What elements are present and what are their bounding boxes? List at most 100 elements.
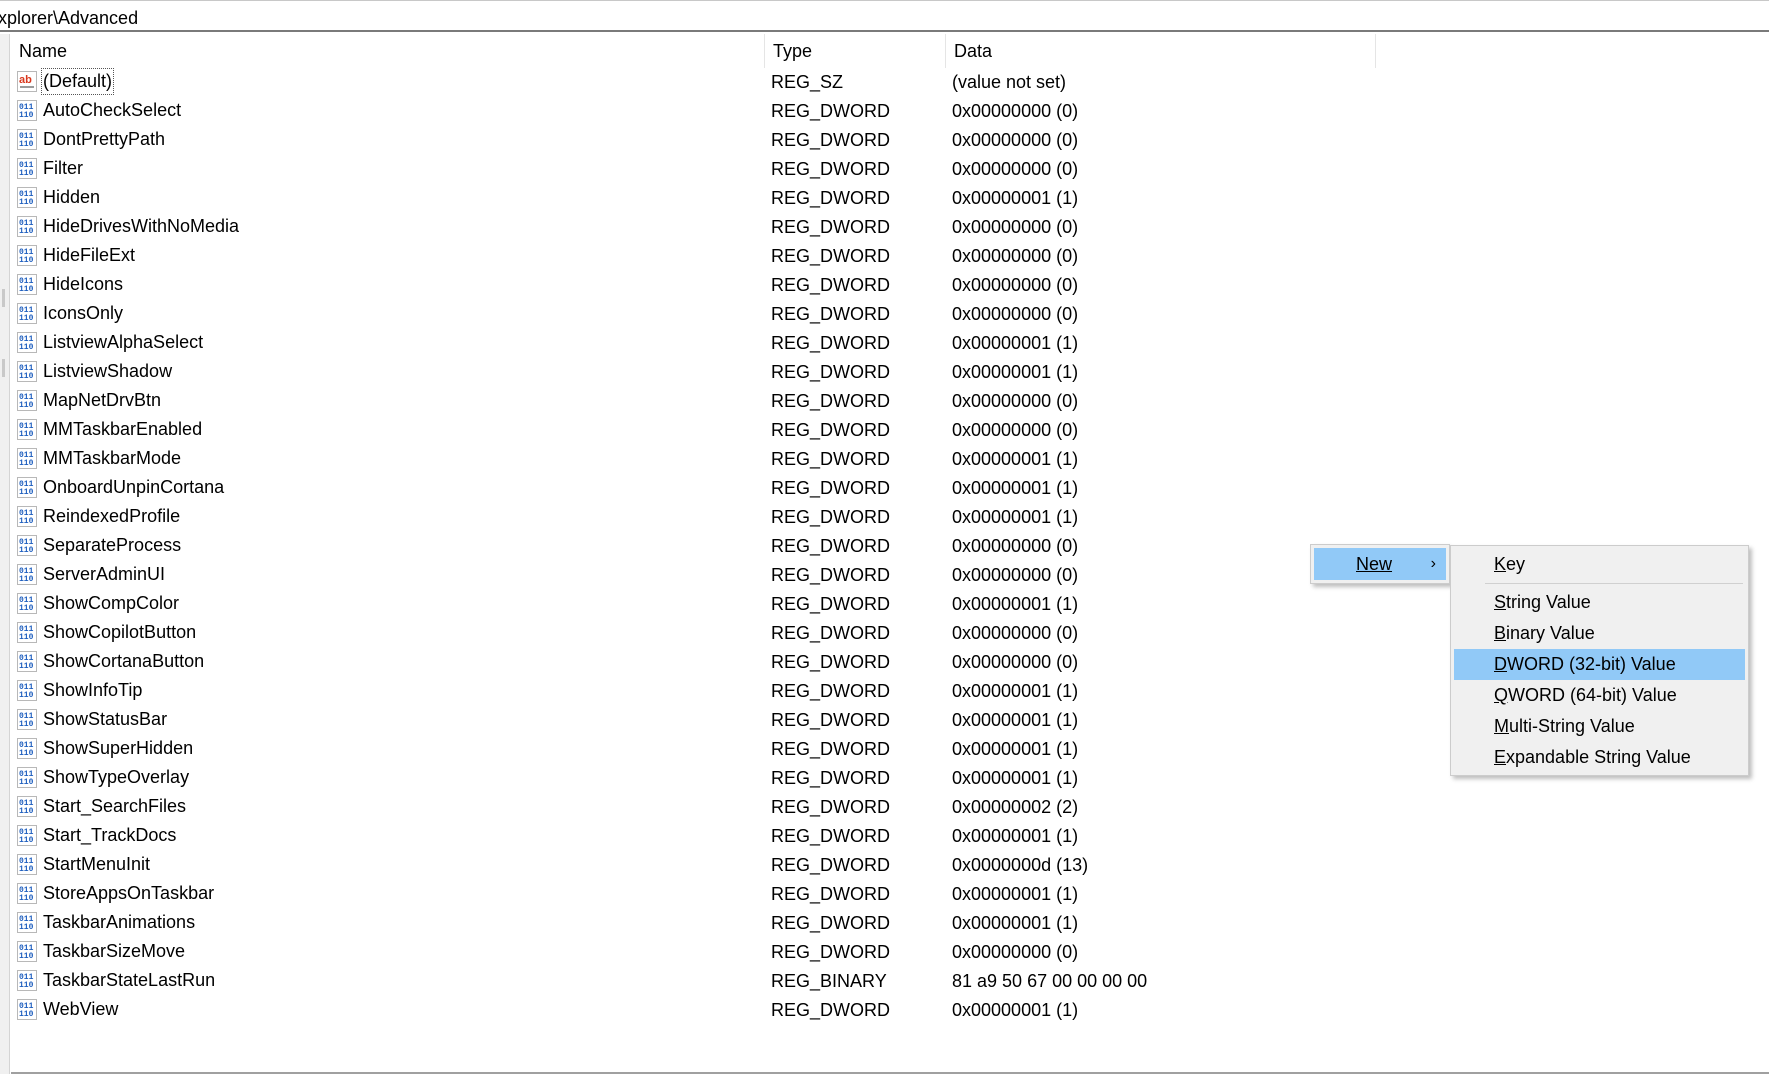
menu-item-expandable-string-value[interactable]: Expandable String Value — [1454, 742, 1745, 773]
cell-name[interactable]: 011 110 SeparateProcess — [17, 532, 757, 561]
cell-name[interactable]: 011 110 ReindexedProfile — [17, 503, 757, 532]
column-header-data[interactable]: Data — [946, 34, 1376, 68]
table-row[interactable]: ab (Default) REG_SZ (value not set) — [11, 68, 1769, 97]
svg-text:110: 110 — [19, 517, 34, 526]
cell-name[interactable]: 011 110 ListviewAlphaSelect — [17, 329, 757, 358]
table-row[interactable]: 011 110 MMTaskbarMode REG_DWORD 0x00000001 (… — [11, 445, 1769, 474]
cell-name[interactable]: 011 110 ShowStatusBar — [17, 706, 757, 735]
cell-type: REG_DWORD — [771, 768, 891, 788]
table-row[interactable]: 011 110 OnboardUnpinCortana REG_DWORD 0x0000… — [11, 474, 1769, 503]
table-row[interactable]: 011 110 ListviewShadow REG_DWORD 0x00000001 … — [11, 358, 1769, 387]
binary-value-icon: 011 110 — [17, 361, 37, 382]
table-row[interactable]: 011 110 HideDrivesWithNoMedia REG_DWORD 0x00… — [11, 213, 1769, 242]
menu-item-string-value[interactable]: String Value — [1454, 587, 1745, 618]
address-bar[interactable]: xplorer\Advanced — [0, 0, 1769, 32]
column-header-type[interactable]: Type — [765, 34, 946, 68]
value-name: HideIcons — [43, 274, 124, 294]
cell-name[interactable]: 011 110 StoreAppsOnTaskbar — [17, 880, 757, 909]
address-path[interactable]: xplorer\Advanced — [0, 8, 138, 29]
binary-value-icon: 011 110 — [17, 245, 37, 266]
cell-name[interactable]: ab (Default) — [17, 68, 757, 97]
cell-name[interactable]: 011 110 Hidden — [17, 184, 757, 213]
table-row[interactable]: 011 110 Start_TrackDocs REG_DWORD 0x00000001… — [11, 822, 1769, 851]
value-name: HideDrivesWithNoMedia — [43, 216, 240, 236]
cell-name[interactable]: 011 110 MMTaskbarMode — [17, 445, 757, 474]
binary-value-icon: 011 110 — [17, 535, 37, 556]
binary-value-icon: 011 110 — [17, 100, 37, 121]
cell-type: REG_DWORD — [771, 855, 891, 875]
svg-text:110: 110 — [19, 894, 34, 903]
cell-name[interactable]: 011 110 ShowCopilotButton — [17, 619, 757, 648]
cell-name[interactable]: 011 110 ServerAdminUI — [17, 561, 757, 590]
cell-name[interactable]: 011 110 Filter — [17, 155, 757, 184]
table-row[interactable]: 011 110 Start_SearchFiles REG_DWORD 0x000000… — [11, 793, 1769, 822]
table-row[interactable]: 011 110 MMTaskbarEnabled REG_DWORD 0x0000000… — [11, 416, 1769, 445]
table-row[interactable]: 011 110 Hidden REG_DWORD 0x00000001 (1) — [11, 184, 1769, 213]
cell-name[interactable]: 011 110 TaskbarAnimations — [17, 909, 757, 938]
cell-name[interactable]: 011 110 HideDrivesWithNoMedia — [17, 213, 757, 242]
svg-text:110: 110 — [19, 575, 34, 584]
menu-item-key[interactable]: Key — [1454, 549, 1745, 580]
table-row[interactable]: 011 110 ReindexedProfile REG_DWORD 0x0000000… — [11, 503, 1769, 532]
cell-name[interactable]: 011 110 HideIcons — [17, 271, 757, 300]
column-header-name[interactable]: Name — [11, 34, 765, 68]
menu-item-expandable-string-value-label: Expandable String Value — [1494, 747, 1691, 767]
cell-name[interactable]: 011 110 TaskbarSizeMove — [17, 938, 757, 967]
table-row[interactable]: 011 110 TaskbarAnimations REG_DWORD 0x000000… — [11, 909, 1769, 938]
menu-item-key-label: Key — [1494, 554, 1526, 574]
svg-text:110: 110 — [19, 981, 34, 990]
value-name: ShowStatusBar — [43, 709, 168, 729]
cell-name[interactable]: 011 110 WebView — [17, 996, 757, 1025]
table-row[interactable]: 011 110 StartMenuInit REG_DWORD 0x0000000d (… — [11, 851, 1769, 880]
table-row[interactable]: 011 110 DontPrettyPath REG_DWORD 0x00000000 … — [11, 126, 1769, 155]
menu-item-binary-value[interactable]: Binary Value — [1454, 618, 1745, 649]
cell-name[interactable]: 011 110 ShowCompColor — [17, 590, 757, 619]
table-row[interactable]: 011 110 HideFileExt REG_DWORD 0x00000000 (0) — [11, 242, 1769, 271]
binary-value-icon: 011 110 — [17, 158, 37, 179]
table-row[interactable]: 011 110 StoreAppsOnTaskbar REG_DWORD 0x00000… — [11, 880, 1769, 909]
binary-value-icon: 011 110 — [17, 883, 37, 904]
cell-name[interactable]: 011 110 ShowCortanaButton — [17, 648, 757, 677]
cell-name[interactable]: 011 110 TaskbarStateLastRun — [17, 967, 757, 996]
cell-name[interactable]: 011 110 AutoCheckSelect — [17, 97, 757, 126]
cell-data: 0x00000000 (0) — [952, 391, 1079, 411]
menu-item-binary-value-label: Binary Value — [1494, 623, 1595, 643]
menu-item-multi-string-value[interactable]: Multi-String Value — [1454, 711, 1745, 742]
table-row[interactable]: 011 110 MapNetDrvBtn REG_DWORD 0x00000000 (0… — [11, 387, 1769, 416]
table-row[interactable]: 011 110 IconsOnly REG_DWORD 0x00000000 (0) — [11, 300, 1769, 329]
cell-type: REG_DWORD — [771, 942, 891, 962]
table-row[interactable]: 011 110 TaskbarSizeMove REG_DWORD 0x00000000… — [11, 938, 1769, 967]
table-row[interactable]: 011 110 WebView REG_DWORD 0x00000001 (1) — [11, 996, 1769, 1025]
cell-name[interactable]: 011 110 ShowSuperHidden — [17, 735, 757, 764]
cell-name[interactable]: 011 110 IconsOnly — [17, 300, 757, 329]
menu-item-qword-value[interactable]: QWORD (64-bit) Value — [1454, 680, 1745, 711]
cell-name[interactable]: 011 110 Start_TrackDocs — [17, 822, 757, 851]
cell-name[interactable]: 011 110 HideFileExt — [17, 242, 757, 271]
cell-name[interactable]: 011 110 MMTaskbarEnabled — [17, 416, 757, 445]
binary-value-icon: 011 110 — [17, 941, 37, 962]
cell-data: 0x00000001 (1) — [952, 739, 1079, 759]
menu-item-new[interactable]: New › — [1314, 548, 1446, 580]
table-row[interactable]: 011 110 Filter REG_DWORD 0x00000000 (0) — [11, 155, 1769, 184]
value-name: OnboardUnpinCortana — [43, 477, 225, 497]
table-row[interactable]: 011 110 AutoCheckSelect REG_DWORD 0x00000000… — [11, 97, 1769, 126]
cell-name[interactable]: 011 110 Start_SearchFiles — [17, 793, 757, 822]
table-row[interactable]: 011 110 TaskbarStateLastRun REG_BINARY 81 a9… — [11, 967, 1769, 996]
cell-data: 0x00000000 (0) — [952, 130, 1079, 150]
cell-name[interactable]: 011 110 ListviewShadow — [17, 358, 757, 387]
svg-text:110: 110 — [19, 256, 34, 265]
value-name: DontPrettyPath — [43, 129, 166, 149]
binary-value-icon: 011 110 — [17, 651, 37, 672]
menu-item-dword-value[interactable]: DWORD (32-bit) Value — [1454, 649, 1745, 680]
cell-name[interactable]: 011 110 MapNetDrvBtn — [17, 387, 757, 416]
cell-data: 0x00000001 (1) — [952, 188, 1079, 208]
table-row[interactable]: 011 110 HideIcons REG_DWORD 0x00000000 (0) — [11, 271, 1769, 300]
cell-name[interactable]: 011 110 StartMenuInit — [17, 851, 757, 880]
cell-name[interactable]: 011 110 ShowInfoTip — [17, 677, 757, 706]
cell-name[interactable]: 011 110 DontPrettyPath — [17, 126, 757, 155]
binary-value-icon: 011 110 — [17, 332, 37, 353]
cell-name[interactable]: 011 110 ShowTypeOverlay — [17, 764, 757, 793]
cell-name[interactable]: 011 110 OnboardUnpinCortana — [17, 474, 757, 503]
svg-text:110: 110 — [19, 720, 34, 729]
table-row[interactable]: 011 110 ListviewAlphaSelect REG_DWORD 0x0000… — [11, 329, 1769, 358]
